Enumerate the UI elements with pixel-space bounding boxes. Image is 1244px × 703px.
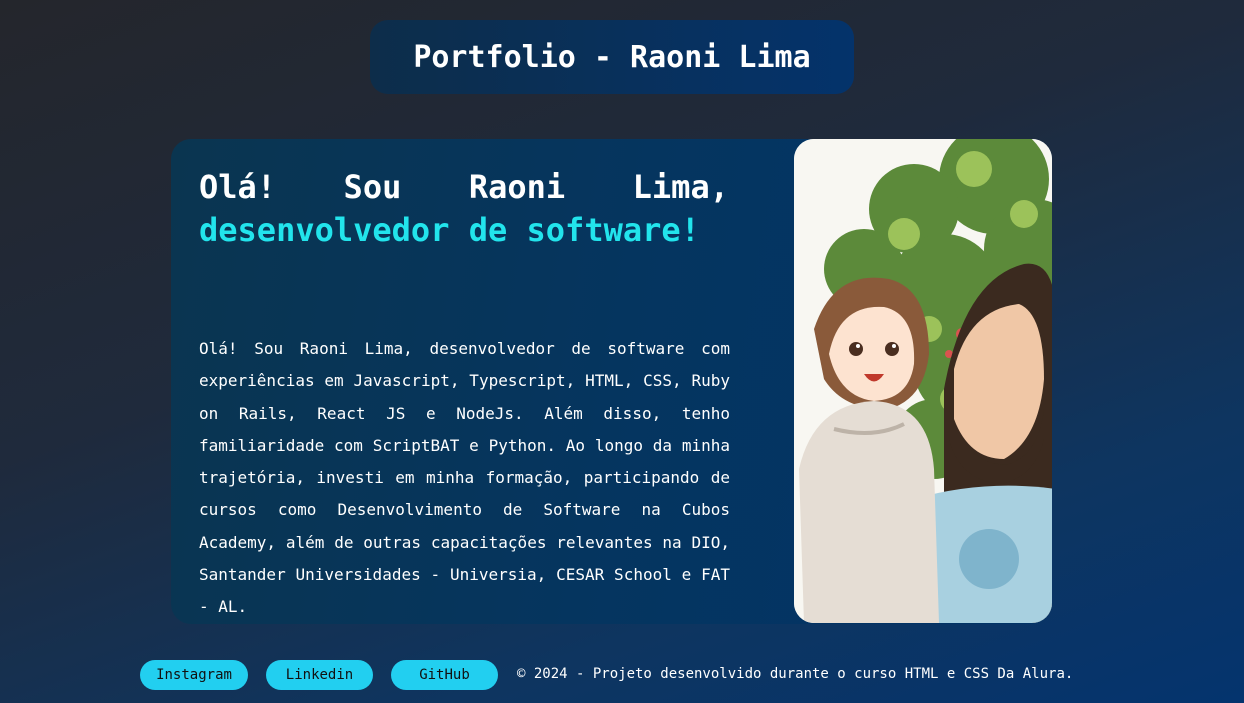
headline-word: Sou [343, 168, 402, 206]
headline-word: Olá! [199, 168, 277, 206]
headline-word: Raoni [468, 168, 566, 206]
copyright-text: © 2024 - Projeto desenvolvido durante o … [517, 666, 1074, 682]
instagram-link[interactable]: Instagram [140, 660, 248, 690]
page-title: Portfolio - Raoni Lima [413, 39, 811, 75]
headline-word: Lima, [632, 168, 729, 206]
profile-illustration [794, 139, 1052, 623]
bio-paragraph: Olá! Sou Raoni Lima, desenvolvedor de so… [199, 339, 730, 617]
page-header: Portfolio - Raoni Lima [370, 20, 854, 94]
headline-highlight: desenvolvedor de software! [199, 211, 700, 249]
github-link[interactable]: GitHub [391, 660, 498, 690]
headline-line-1: Olá! Sou Raoni Lima, [199, 166, 729, 209]
social-links: Instagram Linkedin GitHub [140, 660, 498, 690]
linkedin-link[interactable]: Linkedin [266, 660, 373, 690]
hero-headline: Olá! Sou Raoni Lima, desenvolvedor de so… [199, 166, 729, 252]
